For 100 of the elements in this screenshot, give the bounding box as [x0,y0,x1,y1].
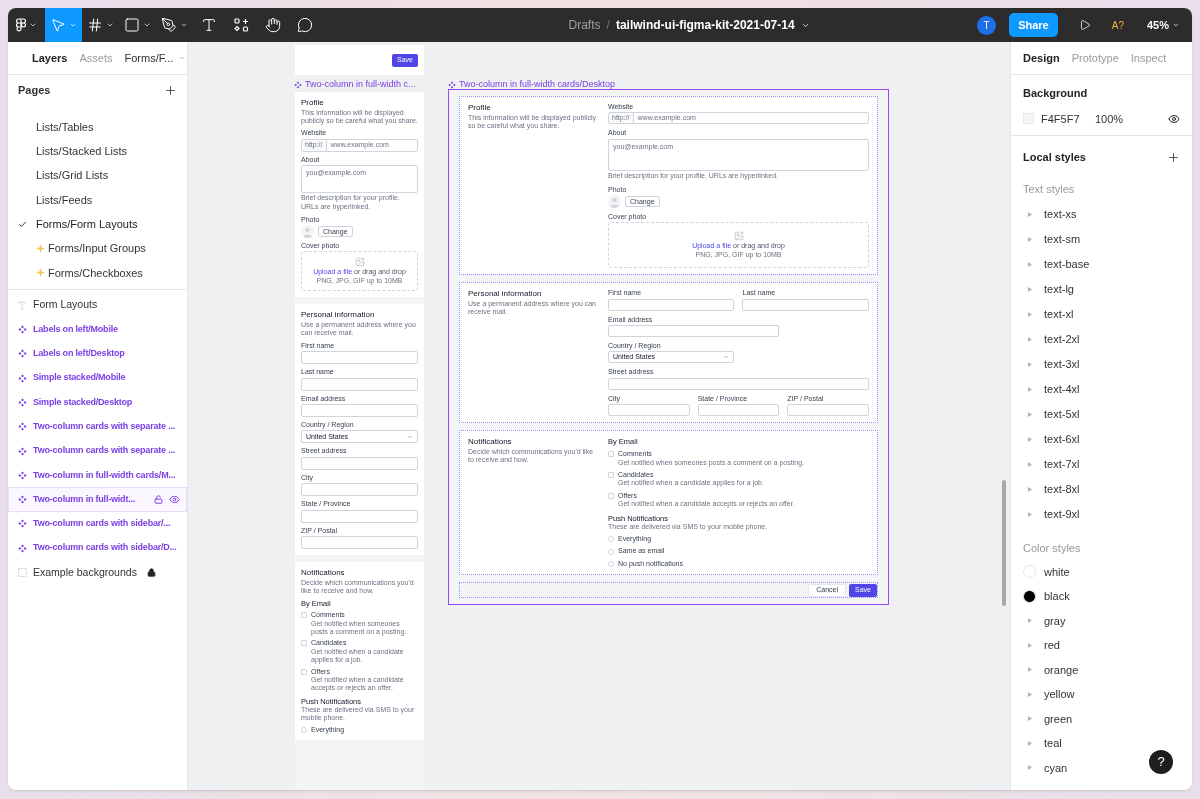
caret-icon[interactable] [1027,667,1032,673]
caret-icon[interactable] [1028,512,1032,517]
text-field[interactable] [608,377,869,390]
layer-item[interactable]: Two-column cards with sidebar/D... [8,536,187,561]
text-field[interactable] [301,404,418,417]
caret-icon[interactable] [1028,237,1032,242]
text-field[interactable] [301,377,418,391]
layer-item[interactable]: Labels on left/Desktop [8,341,187,366]
caret-icon[interactable] [1028,387,1032,392]
frame-title[interactable]: Two-column in full-width cards/Desktop [459,78,616,92]
style-item[interactable]: text-3xl [1011,352,1080,377]
visibility-icon[interactable] [1168,112,1180,125]
page-item[interactable]: Lists/Grid Lists [8,163,187,188]
style-item[interactable]: green [1011,706,1073,731]
layer-item[interactable]: Two-column cards with sidebar/... [8,511,187,537]
style-item[interactable]: white [1011,559,1070,584]
checkbox[interactable] [608,492,614,499]
caret-icon[interactable] [1028,287,1032,292]
caret-icon[interactable] [1028,212,1032,217]
text-field[interactable] [787,404,869,417]
layer-item[interactable]: Simple stacked/Mobile [8,365,187,391]
caret-icon[interactable] [1027,740,1032,746]
style-item[interactable]: yellow [1011,682,1075,707]
caret-icon[interactable] [1028,437,1032,442]
text-field[interactable] [301,351,418,365]
style-item[interactable]: text-2xl [1011,327,1080,352]
color-swatch[interactable] [1023,113,1034,125]
checkbox[interactable] [608,451,614,458]
file-name[interactable]: tailwind-ui-figma-kit-2021-07-14 [615,16,795,34]
caret-icon[interactable] [1027,642,1032,648]
style-item[interactable]: text-5xl [1011,402,1080,427]
help-button[interactable]: ? [1149,750,1173,774]
style-item[interactable]: text-xl [1011,302,1074,327]
scrollbar[interactable] [1002,480,1006,606]
style-item[interactable]: text-9xl [1011,502,1080,527]
style-item[interactable]: text-xs [1011,202,1077,227]
checkbox[interactable] [301,612,307,619]
text-field[interactable] [301,509,418,523]
folder-name[interactable]: Drafts [568,16,601,34]
layer-item[interactable]: Two-column cards with separate ... [8,414,187,439]
style-item[interactable]: text-4xl [1011,377,1080,402]
layer-item[interactable]: Two-column in full-widt... [8,487,187,512]
caret-icon[interactable] [1028,362,1032,367]
radio-button[interactable] [301,726,307,733]
style-item[interactable]: gray [1011,608,1066,633]
color-hex[interactable]: F4F5F7 [1041,110,1095,127]
caret-icon[interactable] [1028,462,1032,467]
radio-button[interactable] [608,548,614,555]
style-item[interactable]: red [1011,633,1060,658]
caret-icon[interactable] [1027,716,1032,722]
panel-tab[interactable]: Layers [32,49,68,67]
style-item[interactable]: text-base [1011,252,1090,277]
text-field[interactable] [301,456,418,470]
frame-title[interactable]: Two-column in full-width c... [305,78,416,92]
caret-icon[interactable] [1028,487,1032,492]
text-field[interactable] [301,535,418,549]
layer-item[interactable]: Form Layouts [8,293,187,318]
missing-fonts-indicator[interactable]: A? [1111,17,1124,33]
style-item[interactable]: text-8xl [1011,477,1080,502]
text-field[interactable] [742,298,869,311]
caret-icon[interactable] [1028,312,1032,317]
layer-item[interactable]: Example backgrounds [8,560,187,585]
style-item[interactable]: text-lg [1011,277,1074,302]
lock-icon[interactable] [147,568,156,577]
layer-item[interactable]: Two-column in full-width cards/M... [8,463,187,488]
page-item[interactable]: Forms/Checkboxes [8,260,187,286]
caret-icon[interactable] [1027,618,1032,624]
radio-button[interactable] [608,536,614,543]
unlock-icon[interactable] [154,495,163,505]
zoom-menu[interactable]: 45% [1146,16,1180,34]
add-style-icon[interactable] [1167,150,1180,164]
layer-item[interactable]: Two-column cards with separate ... [8,438,187,464]
text-field[interactable] [608,298,735,311]
add-page-icon[interactable] [164,83,177,97]
present-icon[interactable] [1078,19,1091,31]
caret-icon[interactable] [1027,691,1032,697]
user-avatar[interactable]: T [977,15,997,35]
style-item[interactable]: orange [1011,657,1079,682]
page-item[interactable]: Forms/Input Groups [8,236,187,261]
page-picker[interactable]: Forms/F... [124,49,187,67]
page-item[interactable]: Lists/Feeds [8,187,187,213]
layer-item[interactable]: Simple stacked/Desktop [8,390,187,415]
style-item[interactable]: cyan [1011,755,1068,780]
text-field[interactable] [697,404,780,417]
checkbox[interactable] [301,668,307,675]
radio-button[interactable] [608,560,614,567]
page-item[interactable]: Forms/Form Layouts [8,212,187,237]
layer-item[interactable]: Labels on left/Mobile [8,317,187,342]
style-item[interactable]: text-6xl [1011,427,1080,452]
style-item[interactable]: black [1011,584,1070,609]
style-item[interactable]: teal [1011,731,1062,756]
caret-icon[interactable] [1028,262,1032,267]
caret-icon[interactable] [1027,765,1032,771]
text-field[interactable] [301,483,418,497]
checkbox[interactable] [608,472,614,479]
opacity-value[interactable]: 100% [1095,110,1124,127]
style-item[interactable]: text-sm [1011,227,1081,252]
page-item[interactable]: Lists/Stacked Lists [8,139,187,164]
panel-tab[interactable]: Design [1023,49,1060,67]
style-item[interactable]: text-7xl [1011,452,1080,477]
